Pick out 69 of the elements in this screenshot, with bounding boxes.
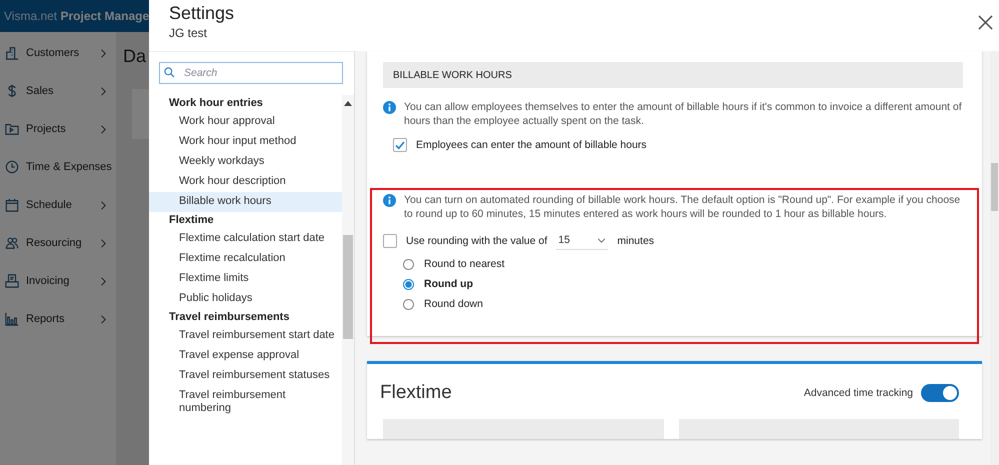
nav-group-heading: Work hour entries: [168, 96, 264, 111]
toggle-switch[interactable]: [921, 384, 959, 402]
chevron-right-icon: [100, 200, 106, 210]
info-icon: [383, 101, 396, 114]
section-title: Flextime: [380, 382, 453, 404]
info-icon: [383, 194, 396, 207]
scrollbar-thumb[interactable]: [343, 235, 353, 339]
search-field[interactable]: Search: [159, 62, 343, 84]
settings-nav-item[interactable]: Work hour description: [149, 172, 342, 192]
info-text: You can turn on automated rounding of billable work hours. The default option is "Round up". For example if you choose to round up to 60 minutes, 15 minutes entered as work hours will be rounded to 1 hour as billable hours.: [404, 193, 962, 221]
building-icon: [5, 46, 19, 60]
toggle-label: Advanced time tracking: [804, 387, 913, 399]
minutes-dropdown[interactable]: 15: [556, 232, 608, 250]
nav-item[interactable]: Sales: [0, 72, 116, 110]
nav-group-heading: Flextime: [168, 213, 215, 228]
nav-item[interactable]: Customers: [0, 34, 116, 72]
nav-item[interactable]: Projects: [0, 110, 116, 148]
unit-label: minutes: [617, 235, 654, 247]
scrollbar-thumb[interactable]: [991, 163, 998, 211]
radio-button[interactable]: [403, 298, 414, 310]
people-icon: [5, 236, 19, 250]
checkbox-label: Use rounding with the value of: [406, 235, 548, 247]
nav-group-heading: Travel reimbursements: [168, 310, 290, 325]
settings-nav-item[interactable]: Travel reimbursement start date: [149, 326, 342, 346]
radio-button[interactable]: [403, 278, 414, 290]
info-text: You can allow employees themselves to enter the amount of billable hours if it's common to invoice a different amount of hours than the employee actually spent on the task.: [404, 100, 963, 128]
nav-item[interactable]: Reports: [0, 300, 116, 338]
dialog-title: Settings: [169, 3, 234, 24]
page-title: Da: [123, 46, 146, 67]
settings-nav-item[interactable]: Travel expense approval: [149, 346, 342, 366]
checkbox[interactable]: [393, 138, 407, 152]
checkbox-label: Employees can enter the amount of billable hours: [416, 139, 647, 151]
nav-item[interactable]: Invoicing: [0, 262, 116, 300]
caret-icon: [597, 238, 606, 242]
settings-nav-item[interactable]: Flextime recalculation: [149, 249, 342, 269]
settings-nav-item[interactable]: Work hour input method: [149, 132, 342, 152]
search-icon: [164, 67, 175, 78]
settings-nav-item[interactable]: Billable work hours: [149, 192, 342, 212]
app-title: Visma.net Project Manage: [4, 9, 150, 23]
calendar-icon: [5, 198, 19, 212]
chevron-right-icon: [100, 48, 106, 58]
chevron-right-icon: [100, 276, 106, 286]
nav-item[interactable]: Time & Expenses: [0, 148, 116, 186]
settings-nav-item[interactable]: Work hour approval: [149, 112, 342, 132]
clock-icon: [5, 160, 19, 174]
invoice-icon: [5, 274, 19, 288]
chevron-right-icon: [100, 86, 106, 96]
scroll-up-icon[interactable]: [344, 101, 352, 106]
chevron-right-icon: [100, 238, 106, 248]
dialog-subtitle: JG test: [169, 26, 208, 40]
settings-nav-item[interactable]: Weekly workdays: [149, 152, 342, 172]
chevron-right-icon: [100, 124, 106, 134]
radio-label: Round down: [424, 298, 483, 310]
settings-nav-item[interactable]: Public holidays: [149, 289, 342, 309]
settings-nav-item[interactable]: Flextime calculation start date: [149, 229, 342, 249]
section-header: BILLABLE WORK HOURS: [383, 62, 963, 88]
radio-label: Round to nearest: [424, 258, 505, 270]
settings-nav-item[interactable]: Travel reimbursement numbering: [149, 386, 342, 419]
chart-icon: [5, 312, 19, 326]
radio-label: Round up: [424, 278, 473, 290]
settings-nav-item[interactable]: Travel reimbursement statuses: [149, 366, 342, 386]
checkbox[interactable]: [383, 234, 397, 248]
nav-item[interactable]: Resourcing: [0, 224, 116, 262]
chevron-right-icon: [100, 314, 106, 324]
radio-button[interactable]: [403, 258, 414, 270]
settings-nav-item[interactable]: Flextime limits: [149, 269, 342, 289]
close-icon[interactable]: [978, 15, 993, 30]
nav-item[interactable]: Schedule: [0, 186, 116, 224]
folder-icon: [5, 122, 19, 136]
